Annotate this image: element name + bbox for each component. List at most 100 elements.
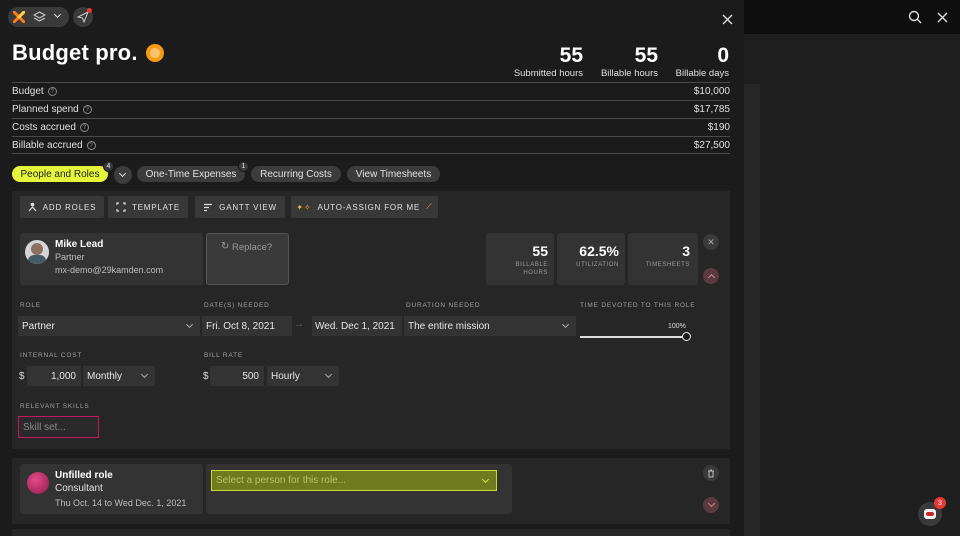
close-icon[interactable] [722, 14, 733, 25]
help-icon[interactable]: ? [86, 140, 96, 150]
internal-period-select[interactable]: Monthly [83, 366, 155, 386]
bill-period-value: Hourly [271, 370, 300, 382]
budget-row-planned-spend: Planned spend? $17,785 [12, 100, 730, 118]
person-select-placeholder: Select a person for this role... [216, 475, 347, 486]
close-side-panel-icon[interactable] [937, 12, 948, 23]
skills-label: RELEVANT SKILLS [20, 403, 90, 410]
help-icon[interactable]: ? [47, 87, 57, 96]
replace-person-button[interactable]: ↻ Replace? [206, 233, 289, 285]
bill-rate-input[interactable]: 500 [210, 366, 264, 386]
chevron-down-icon [561, 320, 570, 329]
template-button[interactable]: TEMPLATE [108, 196, 188, 218]
stat-billable-hours: 55 Billable hours [590, 44, 658, 79]
stat-submitted-hours: 55 Submitted hours [505, 44, 583, 79]
expand-role-button[interactable] [703, 497, 719, 513]
chevron-down-icon [481, 475, 490, 484]
stat-label: Billable hours [600, 68, 658, 79]
person-role: Partner [55, 252, 85, 262]
tab-people-and-roles[interactable]: People and Roles [12, 166, 108, 182]
tab-label: Recurring Costs [260, 168, 332, 180]
tab-view-timesheets[interactable]: View Timesheets [347, 166, 440, 182]
paper-plane-icon [77, 11, 89, 23]
chevron-down-icon [53, 10, 62, 19]
auto-assign-button[interactable]: ✦✧ AUTO-ASSIGN FOR ME ⟋ [291, 196, 438, 218]
tab-label: View Timesheets [355, 168, 432, 180]
budget-row-costs-accrued: Costs accrued? $190 [12, 118, 730, 136]
app-switcher[interactable] [8, 7, 69, 27]
timesheets-value: 3 [682, 243, 690, 259]
currency-symbol: $ [19, 371, 25, 382]
utilization-label: UTILIZATION [576, 262, 619, 268]
chevron-up-icon [707, 273, 715, 282]
trash-icon [708, 469, 714, 477]
end-date-field[interactable]: Wed. Dec 1, 2021 [312, 316, 402, 336]
lion-emoji-icon [145, 44, 164, 62]
button-label: AUTO-ASSIGN FOR ME [317, 202, 421, 212]
avatar [25, 240, 49, 264]
person-add-icon [28, 202, 37, 212]
start-date-field[interactable]: Fri. Oct 8, 2021 [202, 316, 292, 336]
skills-input[interactable]: Skill set... [18, 416, 99, 438]
page-title-text: Budget pro. [12, 40, 138, 65]
collapse-person-button[interactable] [703, 268, 719, 284]
duration-value: The entire mission [408, 320, 490, 332]
budget-value: $190 [707, 122, 730, 133]
send-button[interactable] [73, 7, 93, 27]
budget-label: Planned spend [12, 104, 79, 115]
add-roles-button[interactable]: ADD ROLES [20, 196, 104, 218]
role-avatar [27, 472, 49, 494]
utilization-value: 62.5% [579, 243, 619, 259]
delete-role-button[interactable] [703, 465, 719, 481]
person-select[interactable]: Select a person for this role... [211, 470, 497, 491]
wand-icon: ⟋ [426, 202, 433, 211]
unfilled-role-dates: Thu Oct. 14 to Wed Dec. 1, 2021 [55, 498, 187, 508]
billable-hours-value: 55 [532, 243, 548, 259]
chevron-down-icon [140, 370, 149, 379]
unfilled-role-name: Consultant [55, 483, 103, 494]
chevron-down-icon [118, 169, 127, 178]
chat-icon [924, 509, 936, 519]
side-panel-edge [744, 84, 760, 536]
time-devoted-slider-track[interactable] [580, 336, 686, 338]
time-devoted-slider-handle[interactable] [682, 332, 691, 341]
duration-select[interactable]: The entire mission [404, 316, 576, 336]
bill-period-select[interactable]: Hourly [267, 366, 339, 386]
dates-label: DATE(S) NEEDED [204, 302, 270, 309]
remove-person-button[interactable]: ✕ [703, 234, 719, 250]
bill-rate-value: 500 [242, 370, 259, 382]
budget-row-budget: Budget? $10,000 [12, 82, 730, 100]
stat-value: 55 [634, 44, 658, 67]
chat-badge: 3 [934, 497, 946, 509]
internal-cost-value: 1,000 [50, 370, 76, 382]
tab-label: People and Roles [20, 168, 100, 180]
tabs-dropdown-button[interactable] [114, 166, 132, 184]
bill-rate-label: BILL RATE [204, 352, 243, 359]
budget-label: Billable accrued [12, 139, 83, 151]
role-select[interactable]: Partner [18, 316, 200, 336]
notification-dot [87, 8, 92, 13]
gantt-icon [204, 203, 213, 211]
search-icon[interactable] [908, 10, 922, 24]
internal-cost-input[interactable]: 1,000 [27, 366, 81, 386]
person-email: mx-demo@29kamden.com [55, 265, 164, 275]
billable-hours-card: 55 BILLABLE HOURS [486, 233, 554, 285]
help-icon[interactable]: ? [82, 105, 92, 114]
unfilled-role-card: Unfilled role Consultant Thu Oct. 14 to … [20, 464, 203, 514]
tab-recurring-costs[interactable]: Recurring Costs [251, 166, 341, 182]
budget-value: $27,500 [693, 139, 730, 151]
stat-value: 55 [559, 44, 583, 67]
budget-label: Budget [12, 86, 44, 97]
budget-label: Costs accrued [12, 122, 76, 133]
replace-label: Replace? [232, 242, 273, 253]
help-icon[interactable]: ? [79, 123, 89, 132]
side-panel-topbar [744, 0, 960, 34]
role-label: ROLE [20, 302, 41, 309]
gantt-view-button[interactable]: GANTT VIEW [195, 196, 285, 218]
tab-one-time-expenses[interactable]: One-Time Expenses [137, 166, 245, 182]
sparkles-icon: ✦✧ [296, 202, 312, 212]
side-panel [744, 0, 960, 536]
timesheets-label: TIMESHEETS [645, 262, 690, 268]
internal-cost-label: INTERNAL COST [20, 352, 83, 359]
button-label: ADD ROLES [42, 202, 97, 212]
stat-value: 0 [717, 44, 729, 67]
